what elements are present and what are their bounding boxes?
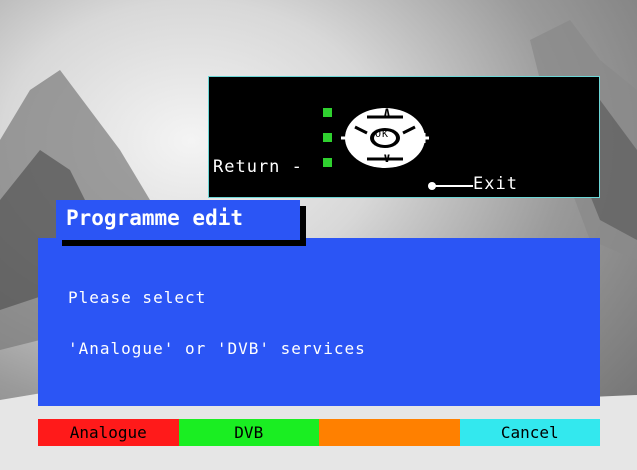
up-arrow-icon: ∧ bbox=[383, 105, 392, 120]
dialog-panel: Please select 'Analogue' or 'DVB' servic… bbox=[38, 238, 600, 406]
dialog-line-2: 'Analogue' or 'DVB' services bbox=[68, 339, 366, 358]
green-indicator-top bbox=[323, 108, 332, 117]
yellow-button[interactable] bbox=[319, 419, 460, 446]
dialog-title: Programme edit bbox=[66, 206, 244, 230]
dvb-button[interactable]: DVB bbox=[178, 419, 319, 446]
remote-help-panel: ∧ ∨ OK Return - Exit bbox=[208, 76, 600, 198]
exit-label: Exit bbox=[473, 174, 518, 194]
ok-label: OK bbox=[375, 129, 390, 140]
return-label: Return - bbox=[213, 157, 303, 177]
green-indicator-bottom bbox=[323, 158, 332, 167]
green-indicator-middle bbox=[323, 133, 332, 142]
analogue-button[interactable]: Analogue bbox=[38, 419, 179, 446]
color-button-bar: Analogue DVB Cancel bbox=[38, 419, 600, 446]
cancel-button[interactable]: Cancel bbox=[459, 419, 600, 446]
dialog-line-1: Please select bbox=[68, 288, 207, 307]
down-arrow-icon: ∨ bbox=[383, 151, 392, 166]
exit-connector-icon bbox=[428, 182, 473, 190]
dialog-title-tab: Programme edit bbox=[56, 200, 300, 240]
